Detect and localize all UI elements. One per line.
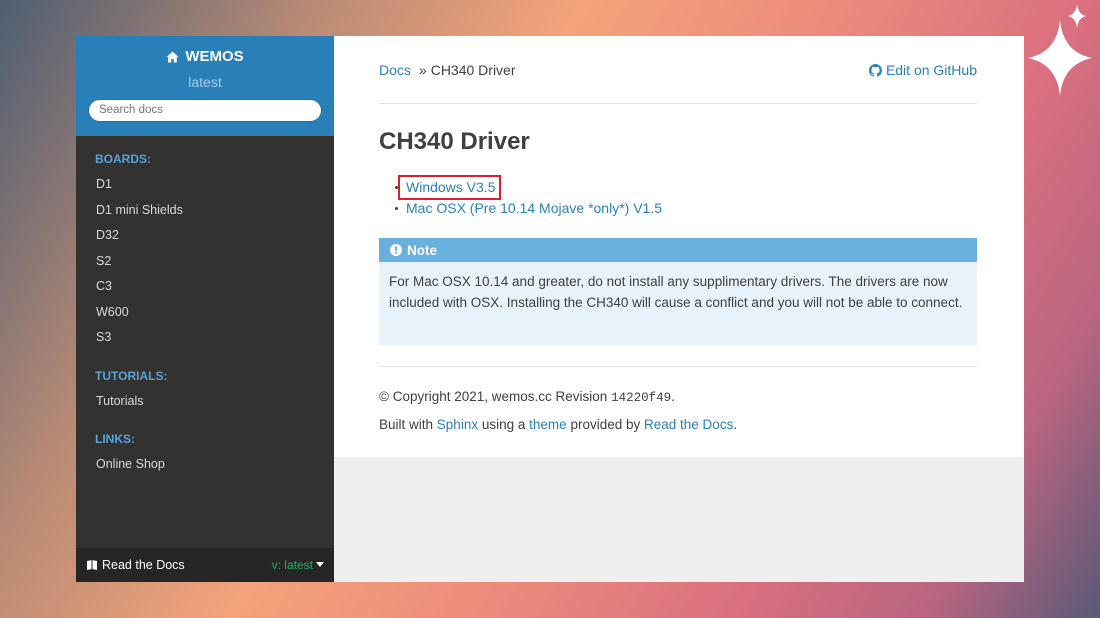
browser-window: WEMOS latest BOARDS: D1 D1 mini Shields … <box>76 36 1024 582</box>
rtd-label: Read the Docs <box>102 558 185 572</box>
sphinx-link[interactable]: Sphinx <box>437 417 478 432</box>
breadcrumb-current: CH340 Driver <box>430 62 516 78</box>
mac-driver-link[interactable]: Mac OSX (Pre 10.14 Mojave *only*) V1.5 <box>406 200 666 216</box>
sidebar-header: WEMOS latest <box>76 36 334 136</box>
copyright-text: © Copyright 2021, wemos.cc Revision <box>379 389 608 404</box>
note-title-text: Note <box>407 242 437 258</box>
note-title: Note <box>379 238 977 262</box>
nav-section-boards: BOARDS: D1 D1 mini Shields D32 S2 C3 W60… <box>76 152 334 351</box>
nav-caption-boards: BOARDS: <box>95 152 151 166</box>
built-with-line: Built with Sphinx using a theme provided… <box>379 417 738 432</box>
sidebar-item-s2[interactable]: S2 <box>76 249 334 275</box>
home-icon <box>166 51 179 62</box>
rtd-version-label: v: latest <box>271 558 313 572</box>
divider <box>379 103 977 104</box>
book-icon <box>87 560 97 570</box>
read-the-docs-link[interactable]: Read the Docs <box>644 417 733 432</box>
sidebar: WEMOS latest BOARDS: D1 D1 mini Shields … <box>76 36 334 582</box>
divider <box>379 366 977 367</box>
sidebar-item-s3[interactable]: S3 <box>76 325 334 351</box>
note-admonition: Note For Mac OSX 10.14 and greater, do n… <box>379 238 977 345</box>
sidebar-item-c3[interactable]: C3 <box>76 274 334 300</box>
nav-section-tutorials: TUTORIALS: Tutorials <box>76 369 334 415</box>
main-content: Docs » CH340 Driver Edit on GitHub CH340… <box>334 36 1024 582</box>
breadcrumb-separator: » <box>418 62 427 78</box>
search-input[interactable] <box>88 98 322 122</box>
page-footer: © Copyright 2021, wemos.cc Revision 1422… <box>379 388 737 444</box>
nav-caption-tutorials: TUTORIALS: <box>95 369 168 383</box>
breadcrumb-docs-link[interactable]: Docs <box>379 62 411 78</box>
sidebar-item-tutorials[interactable]: Tutorials <box>76 389 334 415</box>
driver-link-list: Windows V3.5 Mac OSX (Pre 10.14 Mojave *… <box>394 175 666 219</box>
breadcrumb: Docs » CH340 Driver Edit on GitHub <box>379 62 977 78</box>
copyright-line: © Copyright 2021, wemos.cc Revision 1422… <box>379 389 675 405</box>
sidebar-item-d1-mini-shields[interactable]: D1 mini Shields <box>76 198 334 224</box>
edit-on-github-label: Edit on GitHub <box>885 62 977 78</box>
note-body: For Mac OSX 10.14 and greater, do not in… <box>389 274 963 310</box>
caret-down-icon <box>316 562 324 567</box>
theme-link[interactable]: theme <box>529 417 567 432</box>
edit-on-github-link[interactable]: Edit on GitHub <box>868 62 977 78</box>
nav-section-links: LINKS: Online Shop <box>76 432 334 478</box>
home-link[interactable]: WEMOS <box>166 48 244 65</box>
sidebar-item-w600[interactable]: W600 <box>76 300 334 326</box>
windows-driver-link[interactable]: Windows V3.5 <box>397 175 502 200</box>
revision-code: 14220f49 <box>611 391 672 405</box>
info-icon <box>390 244 402 256</box>
page-title: CH340 Driver <box>379 128 530 155</box>
version-label: latest <box>188 73 222 90</box>
sidebar-item-d32[interactable]: D32 <box>76 223 334 249</box>
github-icon <box>868 63 882 77</box>
sparkle-icon <box>1028 4 1092 96</box>
nav-caption-links: LINKS: <box>95 432 135 446</box>
sidebar-item-online-shop[interactable]: Online Shop <box>76 452 334 478</box>
rtd-version-bar[interactable]: Read the Docs v: latest <box>76 548 334 582</box>
brand-name: WEMOS <box>185 48 244 65</box>
list-item: Mac OSX (Pre 10.14 Mojave *only*) V1.5 <box>394 198 666 219</box>
sidebar-item-d1[interactable]: D1 <box>76 172 334 198</box>
list-item: Windows V3.5 <box>394 175 666 200</box>
